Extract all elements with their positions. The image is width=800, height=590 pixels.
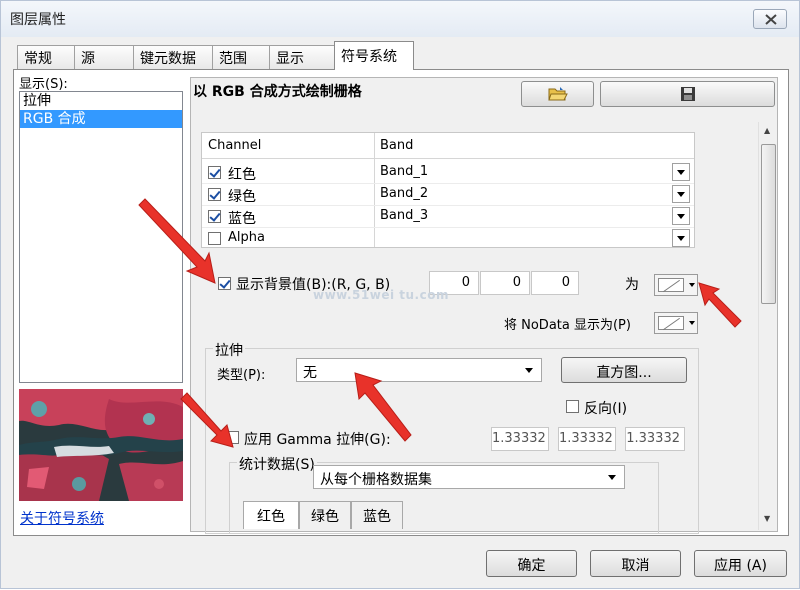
annotation-arrow-gamma: [180, 392, 234, 448]
annotation-arrow-nodata: [698, 282, 742, 328]
layer-properties-dialog: 图层属性 常规 源 键元数据 范围 显示 符号系统 显示(S): 拉伸 RGB …: [0, 0, 800, 589]
annotation-arrow-stretch-type: [354, 372, 412, 442]
tab-symbology[interactable]: 符号系统: [334, 41, 414, 70]
annotation-arrow-background: [138, 198, 216, 284]
annotation-arrows: [138, 198, 742, 448]
tab-label: 符号系统: [341, 49, 397, 65]
